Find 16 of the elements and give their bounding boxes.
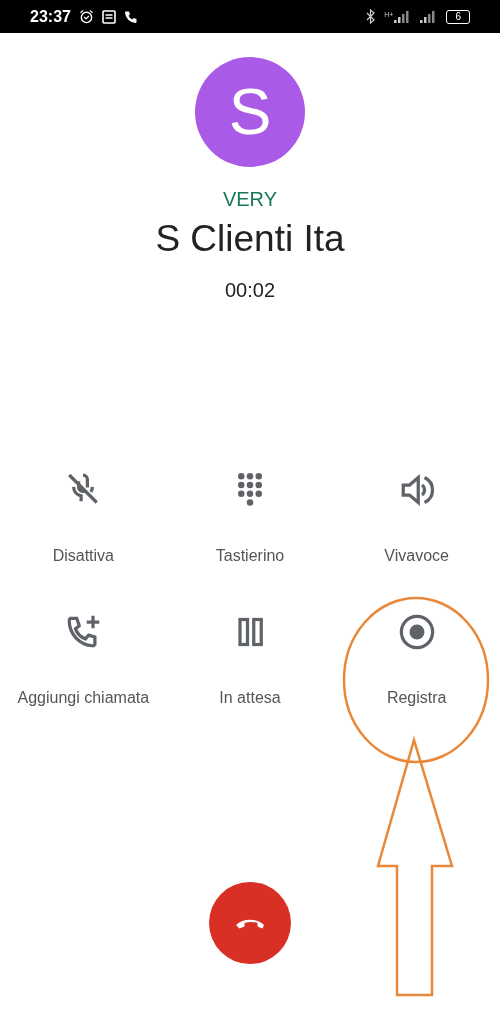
message-icon <box>101 9 116 24</box>
call-duration: 00:02 <box>224 278 276 304</box>
call-action-button[interactable]: In attesa <box>166 612 334 711</box>
contact-avatar: S <box>195 57 305 167</box>
contact-label: VERY <box>222 187 278 211</box>
call-action-button[interactable]: Aggiungi chiamata <box>0 612 167 711</box>
phone-icon <box>123 9 138 24</box>
call-action-button[interactable]: Vivavoce <box>333 470 500 569</box>
clock: 23:37 <box>30 6 71 27</box>
call-action-button[interactable]: Registra <box>333 612 500 711</box>
contact-name: S Clienti Ita <box>155 217 345 261</box>
call-action-button[interactable]: Disattiva <box>0 470 167 569</box>
bluetooth-icon <box>366 9 377 24</box>
battery-indicator: 6 <box>446 9 470 24</box>
call-action-button[interactable]: Tastierino <box>166 470 334 569</box>
alarm-icon <box>78 9 94 24</box>
